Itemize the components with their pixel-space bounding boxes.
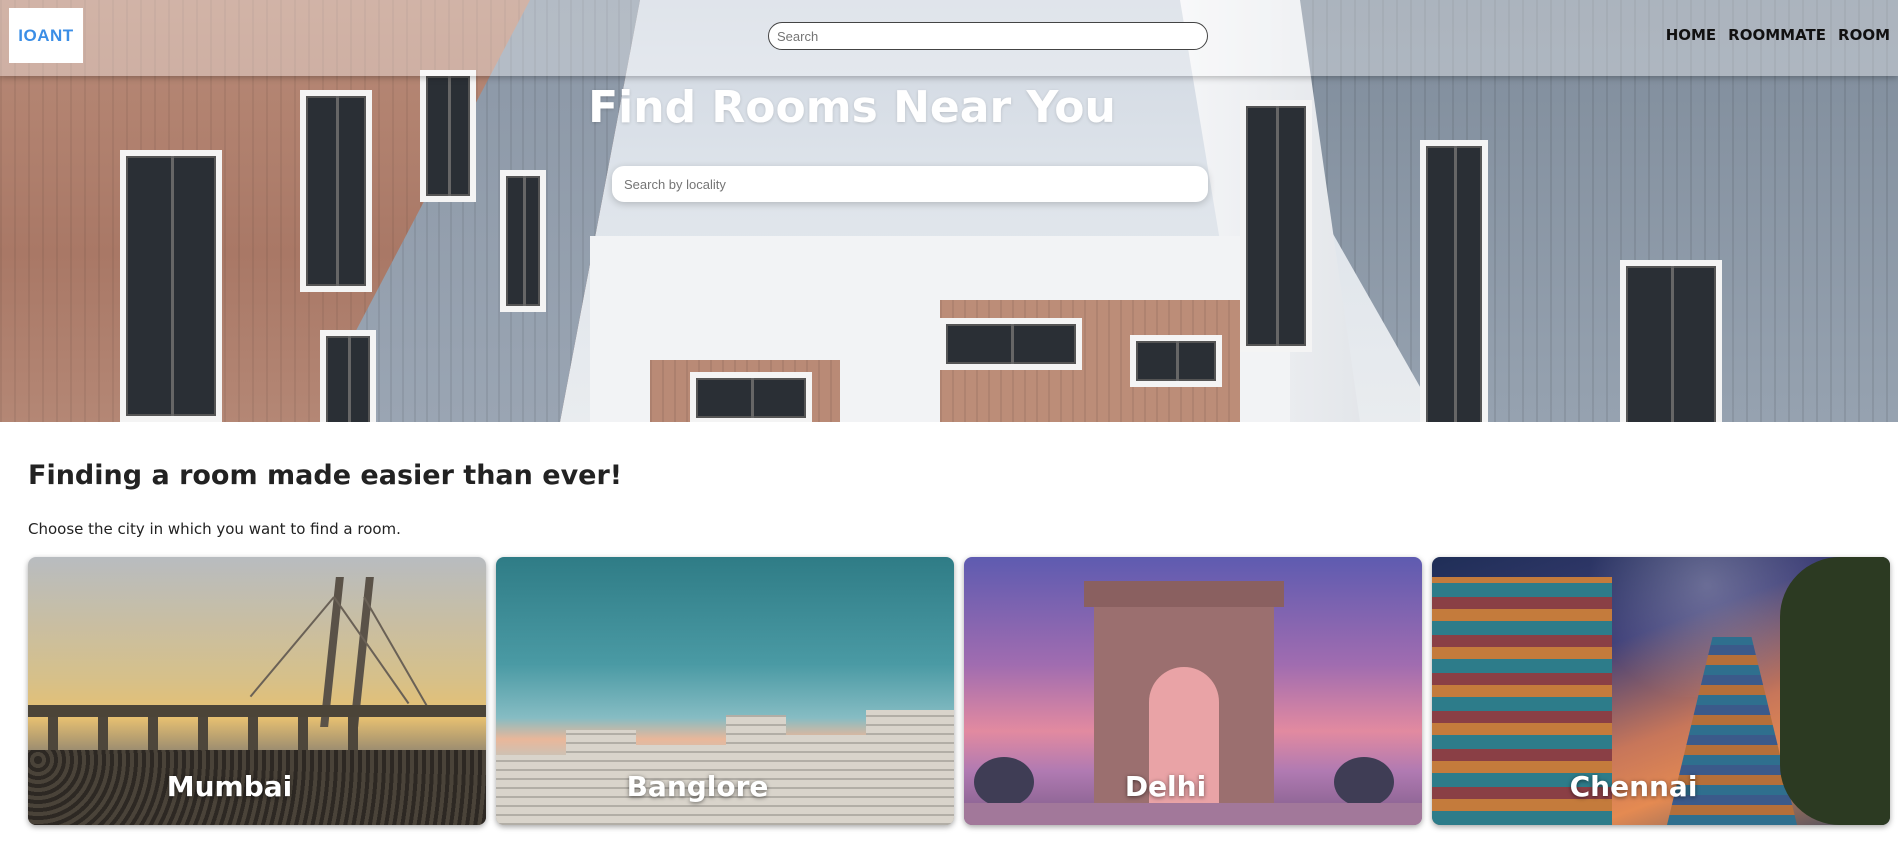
window-image xyxy=(940,318,1082,370)
brand-logo-text: IOANT xyxy=(18,25,74,45)
top-navbar: IOANT HOME ROOMMATE ROOM xyxy=(0,0,1898,76)
window-image xyxy=(1620,260,1722,422)
hero-title: Find Rooms Near You xyxy=(588,82,1116,133)
city-card-mumbai[interactable]: Mumbai xyxy=(28,557,486,825)
nav-link-home[interactable]: HOME xyxy=(1666,26,1716,44)
window-image xyxy=(1130,335,1222,387)
section-title: Finding a room made easier than ever! xyxy=(28,460,623,491)
city-card-label: Banglore xyxy=(626,770,769,803)
brand-logo[interactable]: IOANT xyxy=(9,8,83,63)
city-card-label: Mumbai xyxy=(166,770,293,803)
nav-links: HOME ROOMMATE ROOM xyxy=(1666,26,1890,44)
bridge-deck-image xyxy=(28,705,486,717)
nav-search-input[interactable] xyxy=(768,22,1208,50)
window-image xyxy=(320,330,376,422)
window-image xyxy=(500,170,546,312)
city-card-banglore[interactable]: Banglore xyxy=(496,557,954,825)
building-image xyxy=(866,710,954,825)
city-card-label: Delhi xyxy=(1124,770,1207,803)
section-subtitle: Choose the city in which you want to fin… xyxy=(28,520,401,538)
locality-search-input[interactable] xyxy=(612,166,1208,202)
city-card-delhi[interactable]: Delhi xyxy=(964,557,1422,825)
city-card-label: Chennai xyxy=(1569,770,1698,803)
nav-link-roommate[interactable]: ROOMMATE xyxy=(1728,26,1826,44)
window-image xyxy=(120,150,222,422)
window-image xyxy=(1420,140,1488,422)
nav-link-room[interactable]: ROOM xyxy=(1838,26,1890,44)
window-image xyxy=(690,372,812,422)
window-image xyxy=(1240,100,1312,352)
india-gate-top-image xyxy=(1084,581,1284,607)
ground-image xyxy=(964,803,1422,825)
city-card-chennai[interactable]: Chennai xyxy=(1432,557,1890,825)
bridge-cable-image xyxy=(249,596,335,698)
city-cards: Mumbai Banglore Delhi Chennai xyxy=(28,557,1890,825)
